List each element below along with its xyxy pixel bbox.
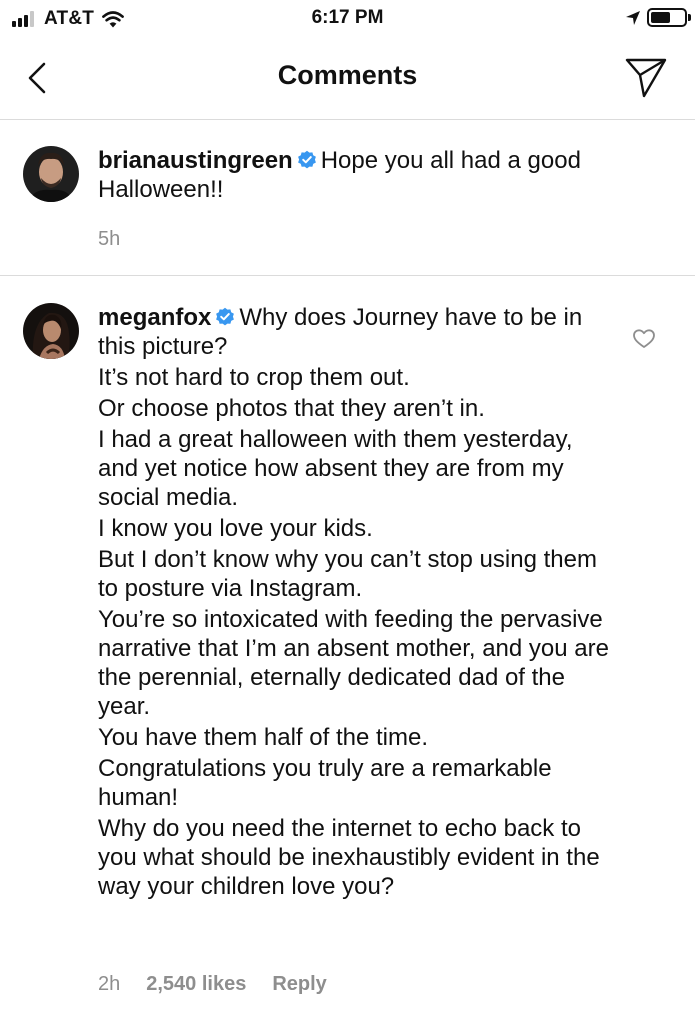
comment-paragraph: Why do you need the internet to echo bac… [98,815,600,900]
caption-text: brianaustingreen Hope you all had a good … [98,146,618,204]
reply-button[interactable]: Reply [272,973,326,995]
navigation-header: Comments [0,38,695,120]
comment-paragraph: Congratulations you truly are a remarkab… [98,755,552,811]
battery-fill [651,12,670,23]
comment-paragraph: meganfox Why does Journey have to be in t… [98,304,583,360]
caption-block: brianaustingreen Hope you all had a good … [0,120,695,276]
caption-meta: 5h [98,228,120,251]
battery-icon [647,8,691,27]
comment-paragraph: But I don’t know why you can’t stop usin… [98,546,597,602]
status-time: 6:17 PM [311,7,384,28]
heart-outline-icon[interactable] [633,329,655,349]
comment-likes[interactable]: 2,540 likes [146,973,246,995]
comment-paragraph: I had a great halloween with them yester… [98,426,573,511]
comment-paragraph: You’re so intoxicated with feeding the p… [98,606,609,720]
comment-text: meganfox Why does Journey have to be in t… [98,303,618,901]
page-title: Comments [277,60,418,90]
comment-paragraph: Or choose photos that they aren’t in. [98,395,485,422]
caption-timestamp: 5h [98,228,121,250]
avatar-brianaustingreen[interactable] [23,146,79,202]
comment-timestamp: 2h [98,973,121,995]
verified-badge-icon [297,150,316,169]
paper-plane-icon[interactable] [623,56,669,100]
comment-username[interactable]: meganfox [98,304,211,331]
caption-username[interactable]: brianaustingreen [98,147,293,174]
comments-screen: AT&T 6:17 PM Comments brianaustingreen H… [0,0,695,1024]
status-right [625,8,691,27]
verified-badge-icon [216,307,235,326]
status-bar: AT&T 6:17 PM [0,0,695,38]
location-arrow-icon [626,10,640,25]
comment-paragraph: I know you love your kids. [98,515,373,542]
comment-paragraph: It’s not hard to crop them out. [98,364,410,391]
comment-meta: 2h 2,540 likes Reply [98,973,327,996]
comment-paragraph: You have them half of the time. [98,724,428,751]
avatar-meganfox[interactable] [23,303,79,359]
